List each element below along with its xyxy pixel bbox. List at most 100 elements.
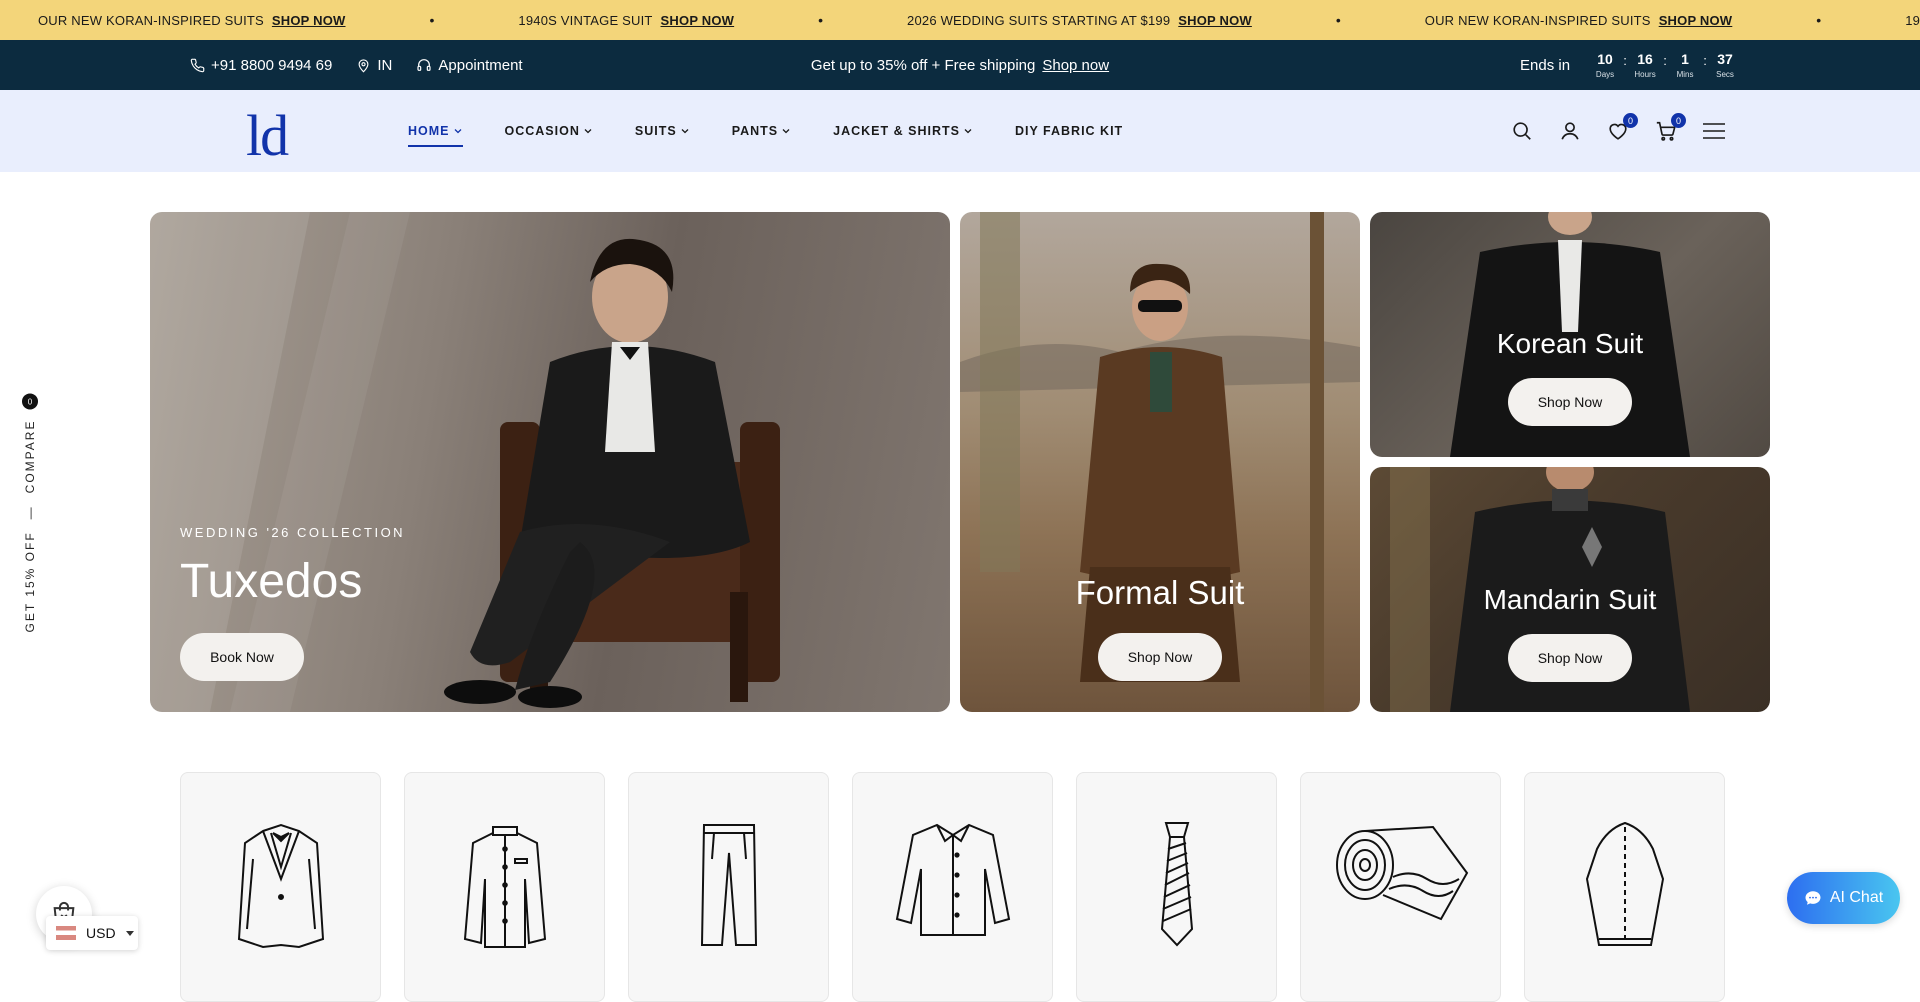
cart-count-badge: 0 <box>1671 113 1686 128</box>
nav-label: DIY FABRIC KIT <box>1014 124 1124 138</box>
chevron-down-icon <box>454 129 461 134</box>
hero-tuxedos-card[interactable]: WEDDING '26 COLLECTION Tuxedos Book Now <box>150 212 950 712</box>
flag-icon <box>56 926 76 940</box>
category-tile-ties[interactable] <box>1076 772 1277 1002</box>
side-tab-content: GET 15% OFF — COMPARE 0 <box>22 393 38 632</box>
countdown-secs-value: 37 <box>1717 50 1733 67</box>
category-tile-fabric[interactable] <box>1300 772 1501 1002</box>
card-title: Korean Suit <box>1496 328 1644 359</box>
compare-count-badge: 0 <box>22 393 38 410</box>
appointment-link[interactable]: Appointment <box>416 56 523 74</box>
marquee-separator: • <box>1816 12 1822 28</box>
countdown-days-value: 10 <box>1597 50 1613 67</box>
countdown-mins: 1 Mins <box>1670 52 1700 79</box>
countdown-secs: 37 Secs <box>1710 52 1740 79</box>
phone-link[interactable]: +91 8800 9494 69 <box>190 57 332 74</box>
nav-item-home[interactable]: HOME <box>408 124 463 147</box>
countdown-hours: 16 Hours <box>1630 52 1660 79</box>
necktie-icon <box>1160 822 1193 947</box>
marquee-text: 1940S VINTAGE SUIT <box>1905 12 1920 28</box>
shop-now-button[interactable]: Shop Now <box>1508 378 1632 426</box>
countdown-separator: : <box>1703 52 1707 68</box>
location-pin-icon <box>358 58 369 73</box>
countdown-mins-label: Mins <box>1676 69 1694 79</box>
region-link[interactable]: IN <box>356 57 392 74</box>
nav-item-diy-fabric-kit[interactable]: DIY FABRIC KIT <box>1015 124 1123 138</box>
countdown-separator: : <box>1623 52 1627 68</box>
countdown-timer: Ends in 10 Days : 16 Hours : 1 Mins : 37… <box>1520 40 1740 90</box>
chevron-down-icon <box>681 129 689 134</box>
site-logo[interactable]: ld <box>246 102 289 169</box>
nav-label: SUITS <box>634 124 677 138</box>
hero-korean-suit-card[interactable]: Korean Suit Shop Now <box>1370 212 1770 457</box>
account-button[interactable] <box>1558 119 1582 143</box>
top-bar: +91 8800 9494 69 IN Appointment Get up t… <box>0 40 1920 90</box>
ai-chat-label: AI Chat <box>1829 889 1884 906</box>
marquee-text: OUR NEW KORAN-INSPIRED SUITS <box>1424 12 1651 28</box>
dress-shirt-icon <box>895 823 1010 936</box>
fabric-roll-icon <box>1335 825 1468 921</box>
headset-icon <box>417 59 431 71</box>
phone-number: +91 8800 9494 69 <box>211 56 333 74</box>
hero-formal-suit-card[interactable]: Formal Suit Shop Now <box>960 212 1360 712</box>
marquee-track: OUR NEW KORAN-INSPIRED SUITS SHOP NOW • … <box>38 0 1920 40</box>
countdown-mins-value: 1 <box>1681 50 1689 67</box>
nav-item-suits[interactable]: SUITS <box>635 124 690 138</box>
category-tile-diy-patterns[interactable] <box>1524 772 1725 1002</box>
header-actions: 0 0 <box>1510 90 1726 172</box>
marquee-item: OUR NEW KORAN-INSPIRED SUITS SHOP NOW <box>1425 13 1733 28</box>
countdown-hours-value: 16 <box>1637 50 1653 67</box>
trousers-icon <box>700 824 757 946</box>
marquee-shop-link[interactable]: SHOP NOW <box>1178 13 1252 28</box>
marquee-item: 1940S VINTAGE SUIT SHOP NOW <box>518 13 734 28</box>
marquee-separator: • <box>429 12 435 28</box>
nav-item-jacket-shirts[interactable]: JACKET & SHIRTS <box>833 124 973 138</box>
chevron-down-icon <box>584 129 592 134</box>
site-header: ld HOME OCCASION SUITS PANTS JACKET & SH… <box>0 90 1920 172</box>
marquee-shop-link[interactable]: SHOP NOW <box>661 13 735 28</box>
ai-chat-button[interactable]: AI Chat <box>1787 872 1900 924</box>
contact-links: +91 8800 9494 69 IN Appointment <box>190 40 547 90</box>
cart-button[interactable]: 0 <box>1654 113 1686 143</box>
side-tab-divider: — <box>23 505 37 520</box>
chat-bubble-icon <box>1805 891 1821 905</box>
shop-now-button[interactable]: Shop Now <box>1098 633 1222 681</box>
nav-label: OCCASION <box>504 124 580 138</box>
countdown-secs-label: Secs <box>1716 69 1734 79</box>
category-tile-pants[interactable] <box>628 772 829 1002</box>
marquee-item: 2026 WEDDING SUITS STARTING AT $199 SHOP… <box>907 13 1252 28</box>
user-icon <box>1561 122 1579 140</box>
marquee-shop-link[interactable]: SHOP NOW <box>1659 13 1733 28</box>
marquee-item: 1940S VINTAGE SUIT <box>1905 13 1920 28</box>
region-code: IN <box>377 56 393 74</box>
nav-item-occasion[interactable]: OCCASION <box>505 124 593 138</box>
marquee-separator: • <box>1335 12 1341 28</box>
announcement-bar: OUR NEW KORAN-INSPIRED SUITS SHOP NOW • … <box>0 0 1920 40</box>
shop-now-button[interactable]: Shop Now <box>1508 634 1632 682</box>
countdown-days-label: Days <box>1595 69 1615 79</box>
category-tile-shirts[interactable] <box>852 772 1053 1002</box>
compare-link[interactable]: COMPARE <box>23 420 37 494</box>
menu-button[interactable] <box>1702 119 1726 143</box>
main-nav: HOME OCCASION SUITS PANTS JACKET & SHIRT… <box>408 90 1165 172</box>
get-offer-link[interactable]: GET 15% OFF <box>23 531 37 632</box>
currency-code: USD <box>86 925 116 941</box>
nav-item-pants[interactable]: PANTS <box>732 124 791 138</box>
wishlist-button[interactable]: 0 <box>1606 113 1638 143</box>
nav-label: HOME <box>408 124 450 138</box>
currency-selector[interactable]: USD <box>46 916 138 950</box>
category-tile-mandarin[interactable] <box>404 772 605 1002</box>
marquee-shop-link[interactable]: SHOP NOW <box>272 13 346 28</box>
search-button[interactable] <box>1510 119 1534 143</box>
side-offer-tab: GET 15% OFF — COMPARE 0 <box>18 393 42 633</box>
book-now-button[interactable]: Book Now <box>180 633 304 681</box>
hero-mandarin-suit-card[interactable]: Mandarin Suit Shop Now <box>1370 467 1770 712</box>
category-tile-tuxedo[interactable] <box>180 772 381 1002</box>
countdown-separator: : <box>1663 52 1667 68</box>
countdown-label: Ends in <box>1520 56 1571 74</box>
marquee-text: 1940S VINTAGE SUIT <box>518 12 653 28</box>
countdown-hours-label: Hours <box>1634 69 1656 79</box>
hero-eyebrow: WEDDING '26 COLLECTION <box>180 525 406 540</box>
appointment-label: Appointment <box>438 56 523 74</box>
promo-shop-link[interactable]: Shop now <box>1042 57 1109 74</box>
